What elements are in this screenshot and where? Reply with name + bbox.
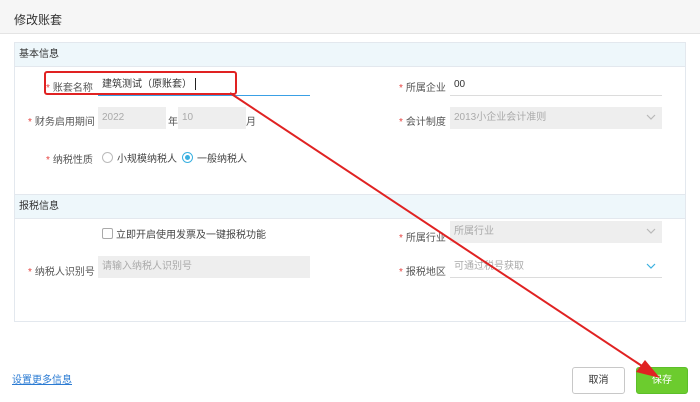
period-label: * 财务启用期间 xyxy=(28,117,95,128)
radio-on-icon xyxy=(182,152,193,163)
more-settings-link[interactable]: 设置更多信息 xyxy=(12,371,72,386)
taxpayer-type-label: * 纳税性质 xyxy=(46,155,93,166)
radio-small-scale[interactable]: 小规模纳税人 xyxy=(102,150,177,165)
account-name-label: * 账套名称 xyxy=(46,83,93,94)
chevron-down-icon xyxy=(646,114,656,120)
month-unit: 月 xyxy=(246,117,256,128)
dialog-title: 修改账套 xyxy=(14,13,63,27)
checkbox-icon xyxy=(102,228,113,239)
period-year-input[interactable]: 2022 xyxy=(98,107,166,129)
chevron-down-icon xyxy=(646,228,656,234)
radio-off-icon xyxy=(102,152,113,163)
basic-info-title: 基本信息 xyxy=(15,43,685,67)
year-unit: 年 xyxy=(168,117,178,128)
industry-select[interactable]: 所属行业 xyxy=(450,221,662,243)
dialog-header: 修改账套 xyxy=(0,0,700,34)
cancel-button[interactable]: 取消 xyxy=(572,367,625,394)
accounting-system-select[interactable]: 2013小企业会计准则 xyxy=(450,107,662,129)
period-month-input[interactable]: 10 xyxy=(178,107,246,129)
chevron-down-icon xyxy=(646,263,656,269)
accounting-system-label: * 会计制度 xyxy=(399,117,446,128)
enable-invoice-checkbox[interactable]: 立即开启使用发票及一键报税功能 xyxy=(102,226,266,241)
save-button[interactable]: 保存 xyxy=(636,367,688,394)
company-input[interactable]: 00 xyxy=(450,74,662,96)
region-label: * 报税地区 xyxy=(399,267,446,278)
radio-general[interactable]: 一般纳税人 xyxy=(182,150,247,165)
text-cursor xyxy=(195,78,196,91)
taxpayer-id-input[interactable]: 请输入纳税人识别号 xyxy=(98,256,310,278)
taxpayer-id-label: * 纳税人识别号 xyxy=(28,267,95,278)
tax-info-title: 报税信息 xyxy=(15,195,685,219)
account-name-input[interactable]: 建筑测试（原账套） xyxy=(98,74,310,96)
company-label: * 所属企业 xyxy=(399,83,446,94)
industry-label: * 所属行业 xyxy=(399,233,446,244)
region-select[interactable]: 可通过税号获取 xyxy=(450,256,662,278)
